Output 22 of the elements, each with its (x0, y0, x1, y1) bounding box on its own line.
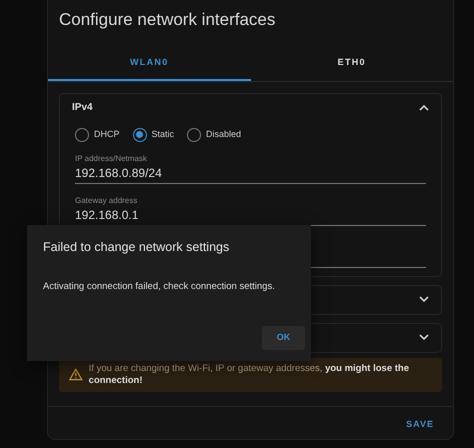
input-field[interactable]: 192.168.0.89/24 (75, 164, 426, 184)
radio-label: DHCP (94, 128, 120, 141)
field-label: IP address/Netmask (75, 154, 148, 164)
ok-button[interactable]: OK (262, 326, 305, 350)
warning-text: If you are changing the Wi-Fi, IP or gateway addresses, you might lose the connection! (88, 362, 410, 386)
warning-icon (69, 368, 83, 381)
panel-title: IPv4 (72, 101, 93, 115)
radio-button[interactable] (187, 128, 202, 142)
radio-button[interactable] (75, 128, 89, 142)
expand-chevron-icon[interactable] (419, 296, 429, 303)
radio-button[interactable] (132, 128, 147, 142)
dialog-message: Activating connection failed, check connection settings. (43, 281, 276, 293)
radio-label: Disabled (206, 128, 242, 141)
expand-chevron-icon[interactable] (419, 334, 429, 341)
field-label: Gateway address (75, 196, 138, 206)
save-button[interactable]: SAVE (402, 414, 438, 434)
collapse-chevron-icon[interactable] (419, 104, 429, 111)
card-title: Configure network interfaces (58, 9, 276, 31)
radio-label: Static (152, 128, 174, 141)
tab[interactable]: WLAN0 (48, 47, 250, 80)
dialog-title: Failed to change network settings (43, 239, 230, 255)
tab[interactable]: ETH0 (250, 47, 453, 80)
